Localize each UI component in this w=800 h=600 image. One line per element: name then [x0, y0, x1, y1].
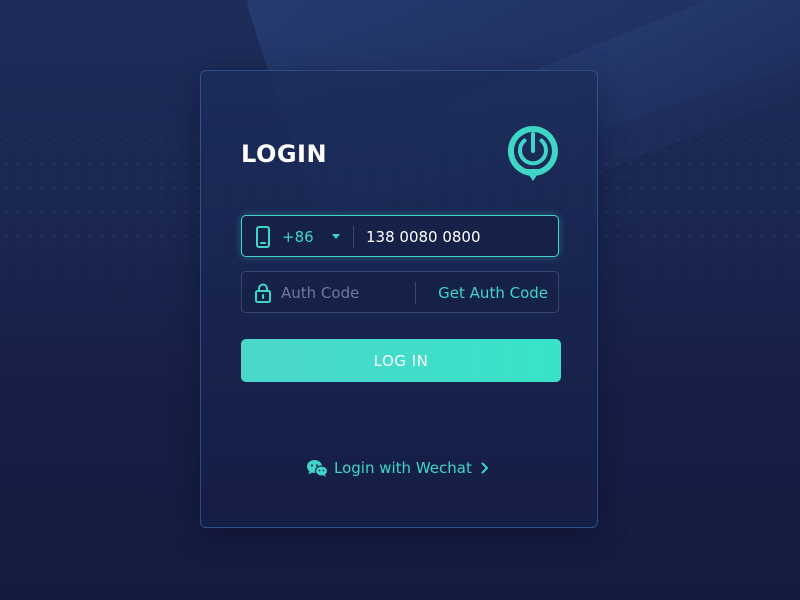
login-card: LOGIN +86 Get Auth Code LOG IN	[200, 70, 598, 528]
login-button[interactable]: LOG IN	[241, 339, 561, 382]
auth-code-field[interactable]: Get Auth Code	[241, 271, 559, 313]
auth-code-input[interactable]	[281, 281, 411, 305]
lock-icon	[255, 283, 271, 303]
field-divider	[415, 282, 416, 304]
wechat-login-label: Login with Wechat	[334, 459, 472, 477]
wechat-icon	[307, 460, 328, 477]
phone-number-input[interactable]	[366, 225, 546, 249]
power-pin-logo	[507, 126, 558, 181]
country-code-select[interactable]: +86	[282, 227, 314, 247]
chevron-right-icon	[481, 462, 488, 474]
phone-field[interactable]: +86	[241, 215, 559, 257]
get-auth-code-button[interactable]: Get Auth Code	[438, 283, 548, 303]
field-divider	[353, 226, 354, 248]
login-title: LOGIN	[241, 140, 328, 168]
smartphone-icon	[256, 226, 270, 248]
wechat-login-link[interactable]: Login with Wechat	[306, 456, 489, 480]
caret-down-icon[interactable]	[332, 234, 340, 240]
